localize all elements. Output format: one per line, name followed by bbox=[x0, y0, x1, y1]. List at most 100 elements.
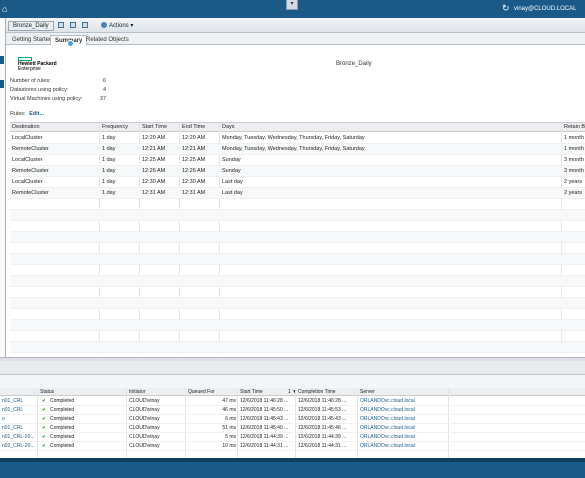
table-row[interactable] bbox=[10, 342, 585, 353]
col-destination[interactable]: Destination bbox=[10, 123, 100, 132]
rules-heading: Rules: Edit... bbox=[10, 111, 45, 117]
table-cell: LocalCluster bbox=[12, 157, 43, 163]
table-row[interactable] bbox=[10, 276, 585, 287]
table-cell: 12:30 AM bbox=[182, 179, 206, 185]
table-row[interactable] bbox=[10, 243, 585, 254]
server-link[interactable]: ORLANDOvc.cloud.local bbox=[358, 397, 448, 406]
server-link[interactable]: ORLANDOvc.cloud.local bbox=[358, 415, 448, 424]
table-cell: 12/6/2018 11:44:31 ... bbox=[240, 443, 289, 449]
table-row[interactable] bbox=[10, 287, 585, 298]
home-icon[interactable]: ⌂ bbox=[2, 4, 7, 14]
object-title: Bronze_Daily bbox=[8, 21, 54, 31]
task-name-link[interactable]: n01_CRL bbox=[0, 424, 38, 433]
navigator-rail bbox=[0, 18, 6, 358]
task-name-link[interactable]: n02_CRL-20... bbox=[0, 442, 38, 451]
delete-icon[interactable] bbox=[82, 22, 88, 28]
task-name-link[interactable]: n01_CRL bbox=[0, 397, 38, 406]
mouse-cursor bbox=[67, 40, 74, 47]
table-cell: 12:31 AM bbox=[182, 190, 206, 196]
table-cell: CLOUD\vinay bbox=[129, 407, 160, 413]
table-row[interactable] bbox=[10, 309, 585, 320]
server-link[interactable]: ORLANDOvc.cloud.local bbox=[358, 442, 448, 451]
actions-menu[interactable]: Actions ▾ bbox=[101, 22, 133, 29]
table-row[interactable] bbox=[10, 298, 585, 309]
table-cell: CLOUD\vinay bbox=[129, 416, 160, 422]
task-row[interactable]: o ✔ Completed CLOUD\vinay 6 ms 12/6/2018 11:4… bbox=[0, 415, 585, 424]
table-row[interactable] bbox=[10, 265, 585, 276]
col-end-time[interactable]: End Time bbox=[180, 123, 220, 132]
table-row[interactable]: RemoteCluster 1 day 12:31 AM 12:31 AM Last d… bbox=[10, 188, 585, 199]
table-row[interactable]: LocalCluster 1 day 12:30 AM 12:30 AM Last da… bbox=[10, 177, 585, 188]
table-cell: 10 ms bbox=[222, 443, 236, 449]
table-row[interactable]: LocalCluster 1 day 12:20 AM 12:20 AM Monday,… bbox=[10, 133, 585, 144]
server-link[interactable]: ORLANDOvc.cloud.local bbox=[358, 424, 448, 433]
col-queued-for[interactable]: Queued For bbox=[186, 388, 238, 396]
recent-tasks-header bbox=[0, 361, 585, 375]
table-row[interactable] bbox=[10, 320, 585, 331]
table-cell: RemoteCluster bbox=[12, 168, 49, 174]
col-days[interactable]: Days bbox=[220, 123, 562, 132]
table-cell: 12:21 AM bbox=[142, 146, 166, 152]
col-frequency[interactable]: Frequency bbox=[100, 123, 140, 132]
user-menu[interactable]: vinay@CLOUD.LOCAL bbox=[514, 6, 576, 12]
table-cell: CLOUD\vinay bbox=[129, 443, 160, 449]
status-cell: ✔ Completed bbox=[38, 397, 127, 406]
task-name-link[interactable]: o bbox=[0, 415, 38, 424]
col-completion-time[interactable]: Completion Time bbox=[296, 388, 358, 396]
table-cell: 1 day bbox=[102, 190, 116, 196]
table-row[interactable] bbox=[10, 254, 585, 265]
gear-icon bbox=[101, 22, 107, 29]
task-name-link[interactable]: n01_CRL-20... bbox=[0, 433, 38, 442]
status-text: Completed bbox=[50, 425, 75, 431]
col-start-time[interactable]: Start Time bbox=[140, 123, 180, 132]
col-server[interactable]: Server bbox=[358, 388, 448, 396]
table-cell: 6 ms bbox=[225, 416, 236, 422]
rail-marker[interactable] bbox=[0, 56, 4, 64]
dropdown-icon[interactable]: ▾ bbox=[286, 0, 298, 10]
top-bar: ⌂ ▾ ↻ vinay@CLOUD.LOCAL bbox=[0, 0, 585, 18]
table-cell: LocalCluster bbox=[12, 179, 43, 185]
table-row[interactable] bbox=[10, 331, 585, 342]
server-link[interactable]: ORLANDOvc.cloud.local bbox=[358, 406, 448, 415]
table-cell: Monday, Tuesday, Wednesday, Thursday, Fr… bbox=[222, 135, 365, 141]
table-row[interactable] bbox=[10, 232, 585, 243]
table-cell: 12:21 AM bbox=[182, 146, 206, 152]
server-link[interactable]: ORLANDOvc.cloud.local bbox=[358, 433, 448, 442]
task-row[interactable]: n01_CRL-20... ✔ Completed CLOUD\vinay 5 ms 12… bbox=[0, 433, 585, 442]
table-cell: 3 month bbox=[564, 157, 584, 163]
col-start-time[interactable]: Start Time bbox=[238, 388, 286, 396]
col-initiator[interactable]: Initiator bbox=[127, 388, 186, 396]
tab-related-objects[interactable]: Related Objects bbox=[82, 35, 133, 45]
table-cell: Monday, Tuesday, Wednesday, Thursday, Fr… bbox=[222, 146, 365, 152]
edit-rules-link[interactable]: Edit... bbox=[29, 111, 44, 117]
task-row[interactable]: n01_CRL ✔ Completed CLOUD\vinay 46 ms 12/6/20… bbox=[0, 406, 585, 415]
table-cell: CLOUD\vinay bbox=[129, 425, 160, 431]
status-text: Completed bbox=[50, 407, 75, 413]
table-row[interactable] bbox=[10, 221, 585, 232]
table-row[interactable]: RemoteCluster 1 day 12:26 AM 12:26 AM Sunday… bbox=[10, 166, 585, 177]
edit-icon[interactable] bbox=[58, 22, 64, 28]
check-icon: ✔ bbox=[42, 407, 45, 411]
stat-datastores: Datastores using policy: 4 bbox=[10, 87, 106, 93]
rail-marker[interactable] bbox=[0, 80, 4, 88]
check-icon: ✔ bbox=[42, 425, 45, 429]
copy-icon[interactable] bbox=[70, 22, 76, 28]
refresh-icon[interactable]: ↻ bbox=[502, 3, 510, 13]
table-row[interactable]: LocalCluster 1 day 12:25 AM 12:25 AM Sunday 3… bbox=[10, 155, 585, 166]
task-row[interactable]: n01_CRL ✔ Completed CLOUD\vinay 47 ms 12/6/20… bbox=[0, 397, 585, 406]
table-cell: RemoteCluster bbox=[12, 146, 49, 152]
task-row[interactable]: n01_CRL ✔ Completed CLOUD\vinay 51 ms 12/6/20… bbox=[0, 424, 585, 433]
task-name-link[interactable]: n01_CRL bbox=[0, 406, 38, 415]
table-cell: 12/6/2018 11:45:43 ... bbox=[298, 416, 347, 422]
object-toolbar: Bronze_Daily Actions ▾ bbox=[6, 18, 585, 33]
table-cell: 12:25 AM bbox=[182, 157, 206, 163]
table-cell: 12:20 AM bbox=[142, 135, 166, 141]
policy-name: Bronze_Daily bbox=[336, 61, 372, 67]
task-row[interactable]: n02_CRL-20... ✔ Completed CLOUD\vinay 10 ms 1… bbox=[0, 442, 585, 451]
col-status[interactable]: Status bbox=[38, 388, 127, 396]
table-row[interactable] bbox=[10, 199, 585, 210]
col-retain[interactable]: Retain B bbox=[562, 123, 585, 132]
table-row[interactable] bbox=[10, 210, 585, 221]
status-footer bbox=[0, 458, 585, 478]
table-row[interactable]: RemoteCluster 1 day 12:21 AM 12:21 AM Monday… bbox=[10, 144, 585, 155]
